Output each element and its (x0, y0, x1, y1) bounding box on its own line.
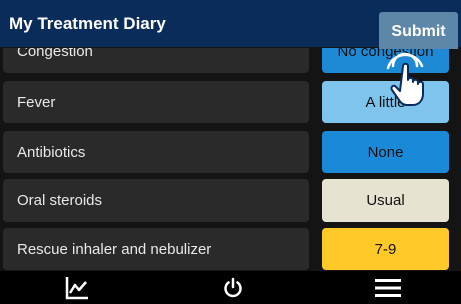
list-item[interactable]: Rescue inhaler and nebulizer 7-9 (0, 228, 461, 270)
row-label-rescue-inhaler: Rescue inhaler and nebulizer (3, 228, 309, 270)
list-item[interactable]: Antibiotics None (0, 131, 461, 173)
row-label-fever: Fever (3, 81, 309, 123)
row-label-oral-steroids: Oral steroids (3, 179, 309, 222)
power-icon[interactable] (213, 275, 253, 301)
value-button-antibiotics[interactable]: None (322, 131, 449, 173)
page-title: My Treatment Diary (9, 14, 166, 33)
hand-pointer-icon (383, 52, 439, 108)
menu-icon[interactable] (368, 275, 408, 301)
bottom-nav (0, 271, 461, 304)
row-label-antibiotics: Antibiotics (3, 131, 309, 173)
row-label-congestion: Congestion (3, 48, 309, 73)
value-button-rescue-inhaler[interactable]: 7-9 (322, 228, 449, 270)
list-item[interactable]: Oral steroids Usual (0, 179, 461, 222)
submit-button[interactable]: Submit (379, 12, 458, 49)
value-button-oral-steroids[interactable]: Usual (322, 179, 449, 222)
chart-icon[interactable] (57, 275, 97, 301)
